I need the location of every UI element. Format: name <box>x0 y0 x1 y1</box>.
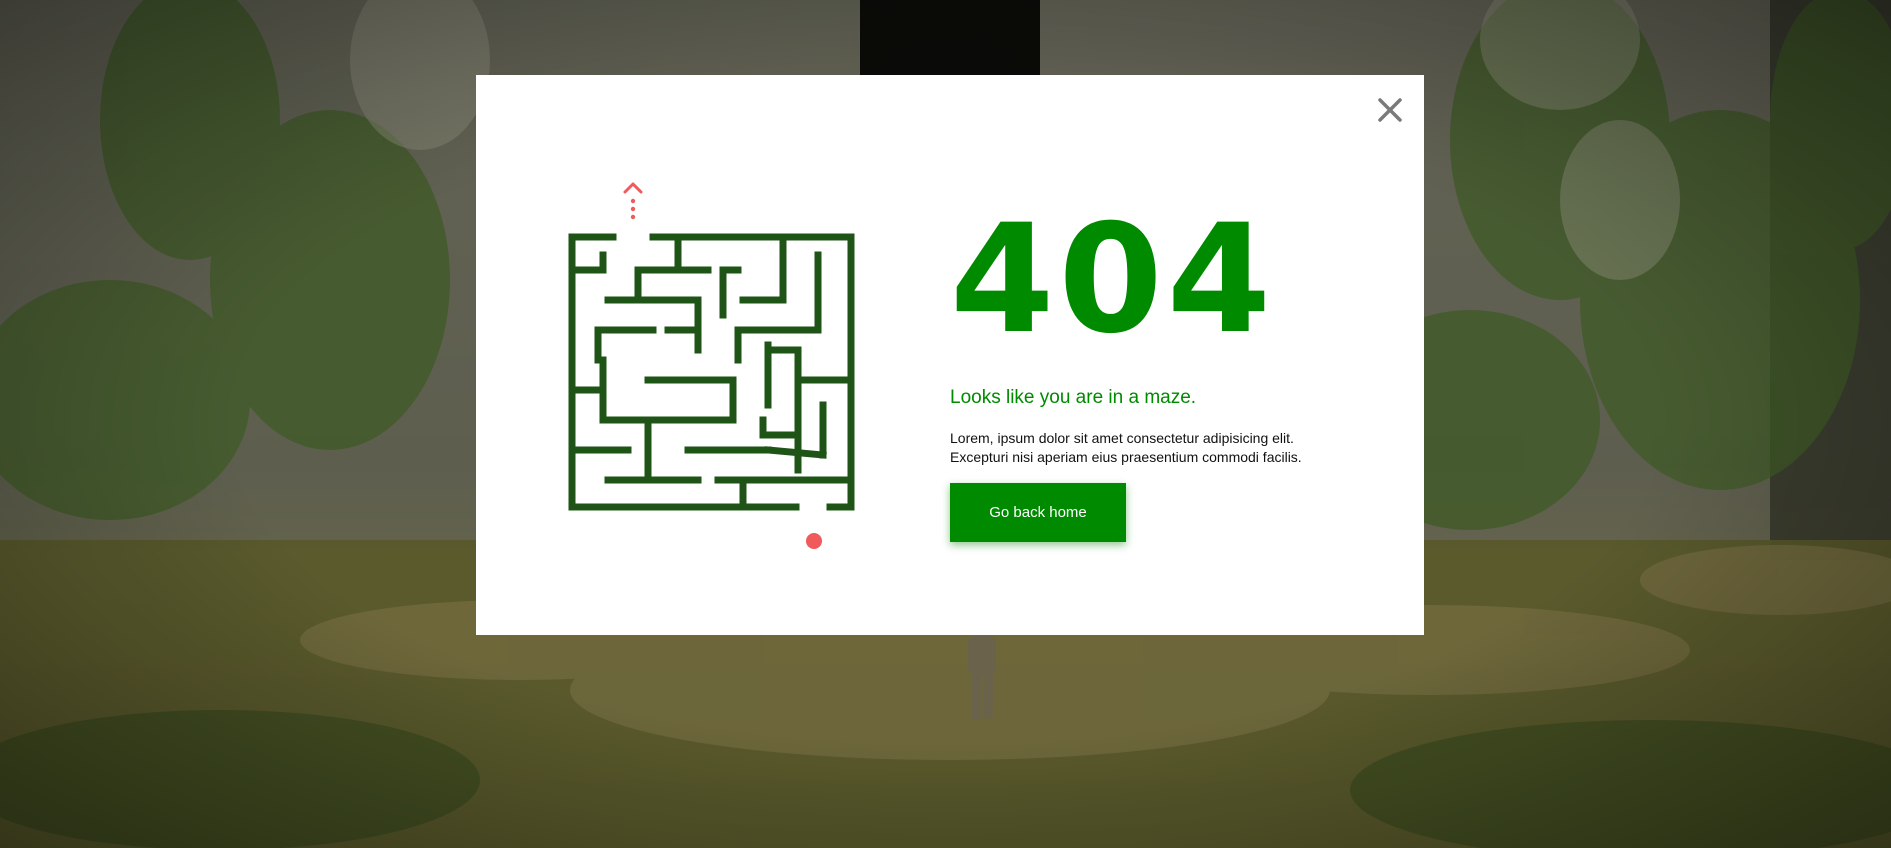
error-subtitle: Looks like you are in a maze. <box>950 387 1197 408</box>
close-icon <box>1378 98 1402 122</box>
error-dialog: 404 Looks like you are in a maze. Lorem,… <box>476 75 1424 635</box>
go-back-home-button[interactable]: Go back home <box>950 483 1126 542</box>
error-code: 404 <box>950 193 1276 367</box>
dot-marker <box>806 533 822 549</box>
description-line: Excepturi nisi aperiam eius praesentium … <box>950 449 1302 465</box>
error-description: Lorem, ipsum dolor sit amet consectetur … <box>950 429 1350 467</box>
maze-illustration <box>568 175 868 565</box>
up-arrow-icon <box>623 182 643 220</box>
close-button[interactable] <box>1374 94 1406 126</box>
description-line: Lorem, ipsum dolor sit amet consectetur … <box>950 430 1294 446</box>
